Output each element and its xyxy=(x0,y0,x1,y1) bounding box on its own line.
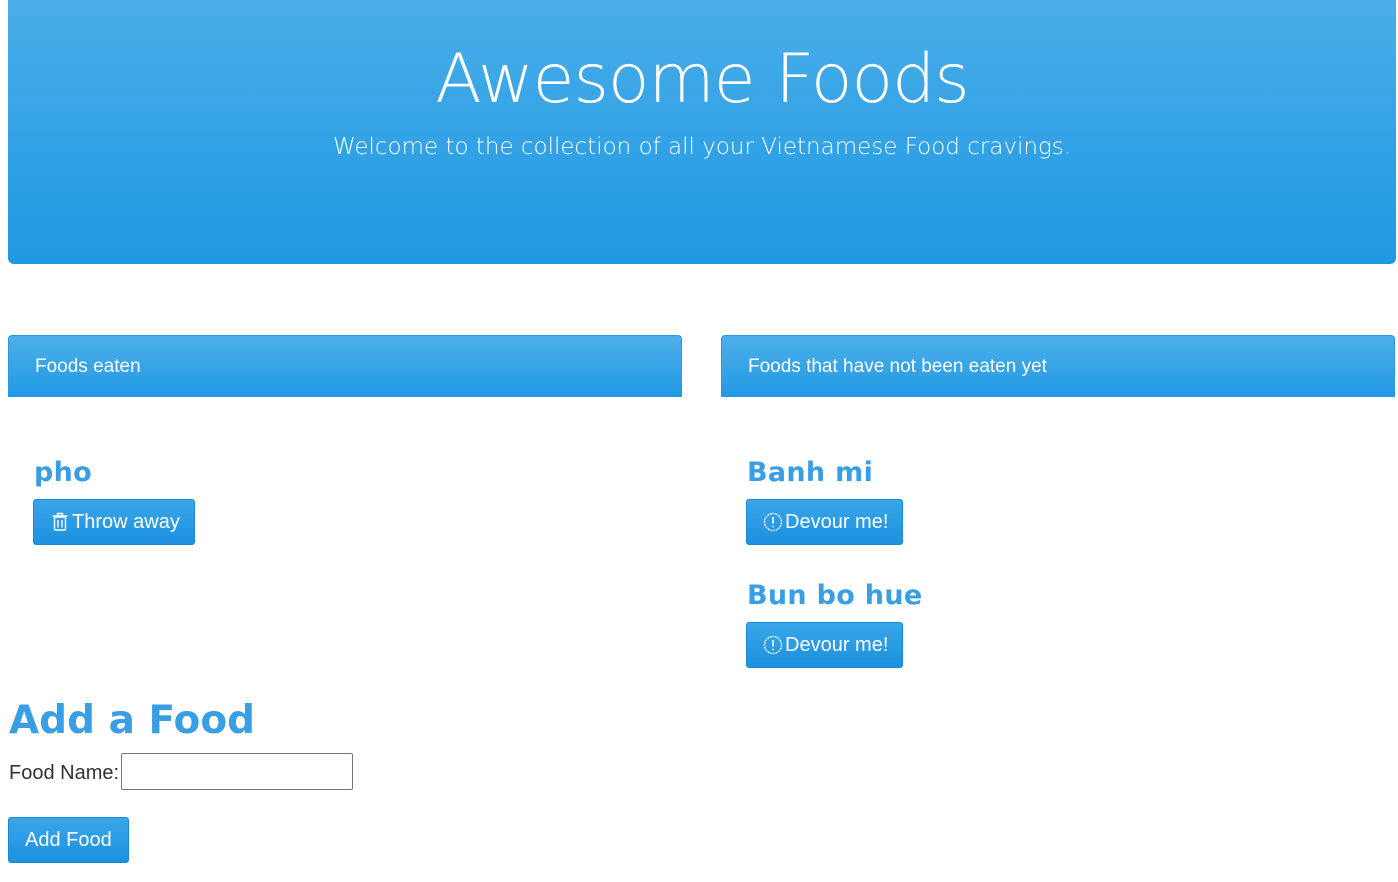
add-food-heading: Add a Food xyxy=(9,698,256,743)
exclamation-circle-icon xyxy=(763,635,783,655)
food-name-input[interactable] xyxy=(121,753,353,790)
food-name-label: Food Name: xyxy=(9,762,120,784)
eaten-panel-header: Foods eaten xyxy=(8,335,682,397)
throw-away-button[interactable]: Throw away xyxy=(33,499,195,545)
devour-label: Devour me! xyxy=(785,634,889,656)
devour-button[interactable]: Devour me! xyxy=(746,499,904,545)
eaten-panel-title: Foods eaten xyxy=(35,356,141,377)
devour-label: Devour me! xyxy=(785,511,889,533)
header-banner: Awesome Foods Welcome to the collection … xyxy=(8,0,1396,264)
trash-icon xyxy=(50,512,70,532)
throw-away-label: Throw away xyxy=(72,511,180,533)
uneaten-panel-title: Foods that have not been eaten yet xyxy=(748,356,1047,377)
exclamation-circle-icon xyxy=(763,512,783,532)
add-food-label: Add Food xyxy=(25,829,112,851)
food-name: pho xyxy=(34,457,92,488)
devour-button[interactable]: Devour me! xyxy=(746,622,904,668)
page: Awesome Foods Welcome to the collection … xyxy=(0,0,1398,882)
uneaten-panel-header: Foods that have not been eaten yet xyxy=(721,335,1395,397)
food-name: Banh mi xyxy=(747,457,874,488)
page-title: Awesome Foods xyxy=(435,40,969,119)
add-food-button[interactable]: Add Food xyxy=(8,817,129,863)
page-subtitle: Welcome to the collection of all your Vi… xyxy=(332,134,1072,160)
food-name: Bun bo hue xyxy=(747,580,923,611)
